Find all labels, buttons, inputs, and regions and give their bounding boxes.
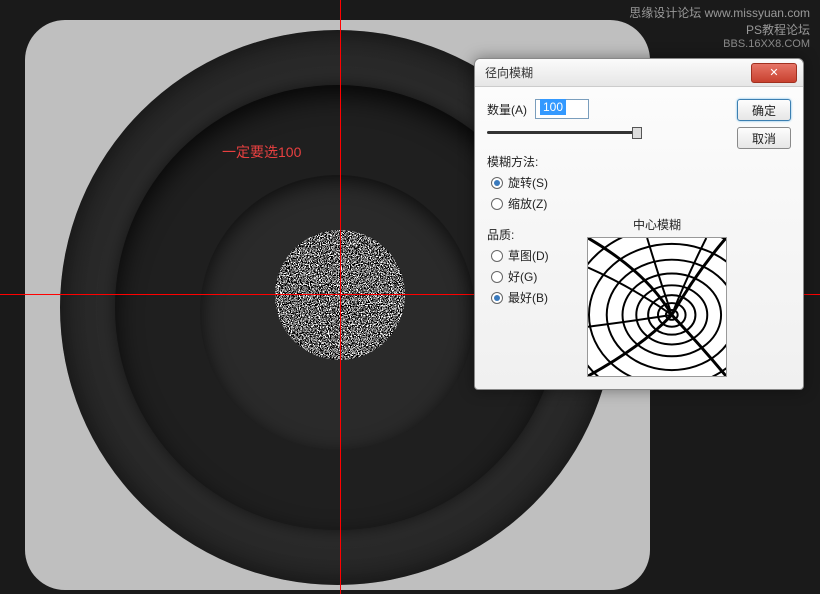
slider-thumb[interactable]	[632, 127, 642, 139]
amount-slider[interactable]	[487, 125, 642, 143]
amount-label: 数量(A)	[487, 101, 527, 118]
radio-best[interactable]	[491, 292, 503, 304]
quality-best-label: 最好(B)	[508, 289, 548, 306]
watermark: 思缘设计论坛 www.missyuan.com PS教程论坛 BBS.16XX8…	[629, 4, 810, 50]
method-spin-label: 旋转(S)	[508, 174, 548, 191]
radial-blur-dialog: 径向模糊 ✕ 数量(A) 100 模糊方法: 旋转(S)	[474, 58, 804, 390]
method-spin-row[interactable]: 旋转(S)	[487, 174, 727, 191]
quality-good-row[interactable]: 好(G)	[487, 268, 575, 285]
method-zoom-label: 缩放(Z)	[508, 195, 547, 212]
watermark-line2: PS教程论坛	[629, 21, 810, 38]
radio-zoom[interactable]	[491, 198, 503, 210]
radio-spin[interactable]	[491, 177, 503, 189]
quality-draft-label: 草图(D)	[508, 247, 549, 264]
close-icon: ✕	[769, 66, 778, 79]
dialog-title: 径向模糊	[481, 64, 751, 81]
blur-center-preview[interactable]	[587, 237, 727, 377]
radio-draft[interactable]	[491, 250, 503, 262]
guide-vertical	[340, 0, 341, 594]
watermark-line3: BBS.16XX8.COM	[629, 38, 810, 50]
slider-track	[487, 131, 642, 134]
method-zoom-row[interactable]: 缩放(Z)	[487, 195, 727, 212]
cancel-label: 取消	[752, 130, 776, 147]
quality-draft-row[interactable]: 草图(D)	[487, 247, 575, 264]
amount-value: 100	[540, 99, 566, 115]
close-button[interactable]: ✕	[751, 63, 797, 83]
ok-button[interactable]: 确定	[737, 99, 791, 121]
method-group-label: 模糊方法:	[487, 153, 727, 170]
preview-label: 中心模糊	[587, 216, 727, 233]
dialog-titlebar[interactable]: 径向模糊 ✕	[475, 59, 803, 87]
amount-input[interactable]: 100	[535, 99, 589, 119]
watermark-line1: 思缘设计论坛 www.missyuan.com	[629, 4, 810, 21]
ok-label: 确定	[752, 102, 776, 119]
quality-best-row[interactable]: 最好(B)	[487, 289, 575, 306]
dialog-body: 数量(A) 100 模糊方法: 旋转(S) 缩放(Z) 品质:	[475, 87, 803, 389]
quality-good-label: 好(G)	[508, 268, 537, 285]
cancel-button[interactable]: 取消	[737, 127, 791, 149]
annotation-text: 一定要选100	[222, 142, 301, 162]
radio-good[interactable]	[491, 271, 503, 283]
quality-group-label: 品质:	[487, 226, 575, 243]
